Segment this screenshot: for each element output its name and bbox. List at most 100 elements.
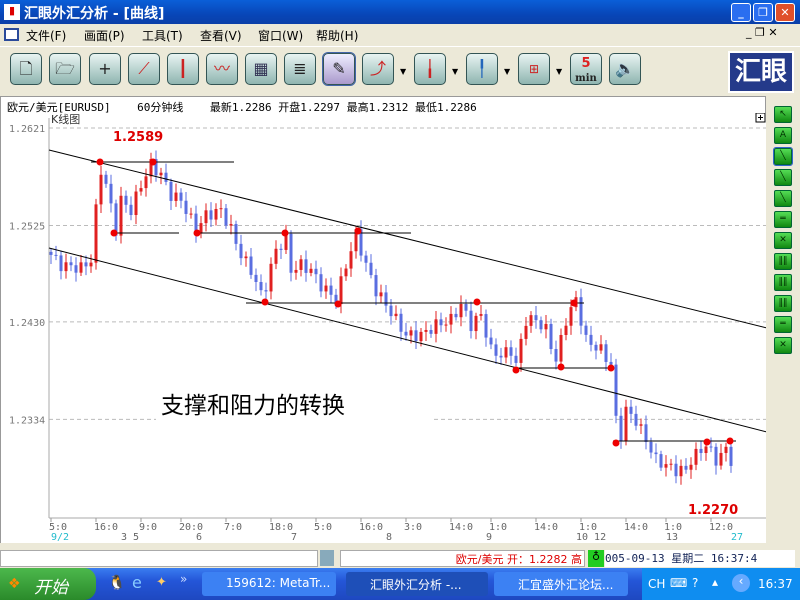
candle-body [369,262,373,276]
task-huiyan[interactable]: 汇眼外汇分析 -... [346,572,488,596]
menu-help[interactable]: 帮助(H) [316,27,358,44]
notes-button[interactable]: ≣ [284,53,316,85]
close-button[interactable]: ✕ [775,3,795,22]
line-tool-icon[interactable]: ╲ [774,169,792,186]
pointer-tool-icon[interactable]: ↖ [774,106,792,123]
menu-tools[interactable]: 工具(T) [142,27,183,44]
candle-body [89,262,93,267]
candlestick-chart[interactable]: K线图 1.2589 1.2270 支撑和阻力的转换 1.2621 1.2525 1… [1,113,767,543]
vertical-lines-tool-icon[interactable]: ‖‖ [774,274,792,291]
candle-body [174,192,178,201]
chart-area[interactable]: K线图 1.2589 1.2270 支撑和阻力的转换 1.2621 1.2525 1… [0,113,767,543]
quicklaunch-more-icon[interactable]: » [180,572,187,586]
sound-button[interactable]: 🔈 [609,53,641,85]
dropdown-arrow-icon[interactable]: ▼ [556,67,562,76]
dropdown-arrow-icon[interactable]: ▼ [504,67,510,76]
ray-tool-icon[interactable]: ╲ [774,190,792,207]
candle-body [139,188,143,192]
open-folder-button[interactable]: 🗁 [49,53,81,85]
candle-body [599,344,603,351]
candle-body [99,174,103,205]
qq-icon[interactable]: 🐧 [108,575,125,591]
language-indicator[interactable]: CH [648,577,665,591]
cycle-lines-tool-icon[interactable]: ‖‖ [774,253,792,270]
toolbar: 🗋 🗁 + ⟋ ┃ 〰 ▦ ≣ ✎ ⤴ ▼ ╽ ▼ ╿ ▼ ⊞ ▼ 5 min 🔈… [0,46,800,94]
candle-body [234,224,238,244]
candle-body [264,290,268,292]
x-tick-label: 9:0 [139,522,157,533]
candle-body [469,310,473,332]
pivot-point-marker [281,229,289,237]
candle-body [384,292,388,306]
pencil-draw-button[interactable]: ✎ [322,52,356,86]
menu-window[interactable]: 窗口(W) [258,27,303,44]
menu-view-screen[interactable]: 画面(P) [84,27,125,44]
x-tick-label: 14:0 [624,522,648,533]
keyboard-icon[interactable]: ⌨ [670,576,687,590]
bars-button[interactable]: ╿ [466,53,498,85]
line-chart-button[interactable]: ⟋ [128,53,160,85]
minimize-button[interactable]: _ [731,3,751,22]
candlestick-button[interactable]: ┃ [167,53,199,85]
candle-body [249,256,253,275]
task-forum[interactable]: 汇宜盛外汇论坛... [494,572,628,596]
task-metatrader[interactable]: 159612: MetaTr... [202,572,336,596]
candle-body [159,172,163,176]
new-file-button[interactable]: 🗋 [10,53,42,85]
y-tick-label: 1.2430 [9,318,45,329]
candle-body [699,448,703,454]
candle-body [634,413,638,426]
network-icon [320,550,334,566]
mdi-controls[interactable]: _ ❐ ✕ [746,26,778,39]
upper-trend-line [48,149,767,329]
table-button[interactable]: ▦ [245,53,277,85]
show-hidden-icons-button[interactable]: ‹ [732,574,750,592]
expand-icon[interactable] [755,113,766,123]
menu-view[interactable]: 查看(V) [200,27,242,44]
crosshair-button[interactable]: + [89,53,121,85]
app-quicklaunch-icon[interactable]: ✦ [156,575,167,590]
restore-button[interactable]: ❐ [753,3,773,22]
quote-status: 欧元/美元 开：1.2282 高 [340,550,585,567]
candle-body [259,281,263,291]
candle-body [434,319,438,334]
fibonacci-time-tool-icon[interactable]: ‖‖ [774,295,792,312]
candle-body [589,334,593,345]
tray-arrow-icon[interactable]: ▴ [712,575,718,589]
trendline-tool-icon[interactable]: ╲ [773,147,793,166]
menu-file[interactable]: 文件(F) [26,27,66,44]
dropdown-arrow-icon[interactable]: ▼ [400,67,406,76]
candle-body [529,315,533,326]
x-tick-label: 12:0 [709,522,733,533]
candles-period-button[interactable]: ╽ [414,53,446,85]
candle-body [129,204,133,216]
clock: 16:37 [758,577,793,591]
candle-body [314,268,318,275]
dropdown-arrow-icon[interactable]: ▼ [452,67,458,76]
candle-body [219,208,223,210]
candle-body [674,463,678,477]
candle-body [619,415,623,441]
horizontal-line-tool-icon[interactable]: ═ [774,211,792,228]
multi-window-button[interactable]: ⊞ [518,53,550,85]
text-tool-icon[interactable]: A [774,127,792,144]
candle-body [239,243,243,259]
help-icon[interactable]: ? [692,576,698,590]
candle-body [179,192,183,201]
ie-icon[interactable]: e [132,573,142,592]
candle-body [474,315,478,332]
date-label: 8 [386,532,392,543]
candle-body [374,275,378,297]
fan-tool-icon[interactable]: ✕ [774,232,792,249]
indicator-button[interactable]: ⤴ [362,53,394,85]
candle-body [329,285,333,295]
channel-tool-icon[interactable]: ═ [774,316,792,333]
candle-body [289,233,293,273]
candle-body [244,256,248,259]
five-min-button[interactable]: 5 min [570,53,602,85]
delete-tool-icon[interactable]: ✕ [774,337,792,354]
compare-chart-button[interactable]: 〰 [206,53,238,85]
candle-body [714,446,718,466]
pivot-point-marker [110,229,118,237]
candle-body [414,330,418,342]
